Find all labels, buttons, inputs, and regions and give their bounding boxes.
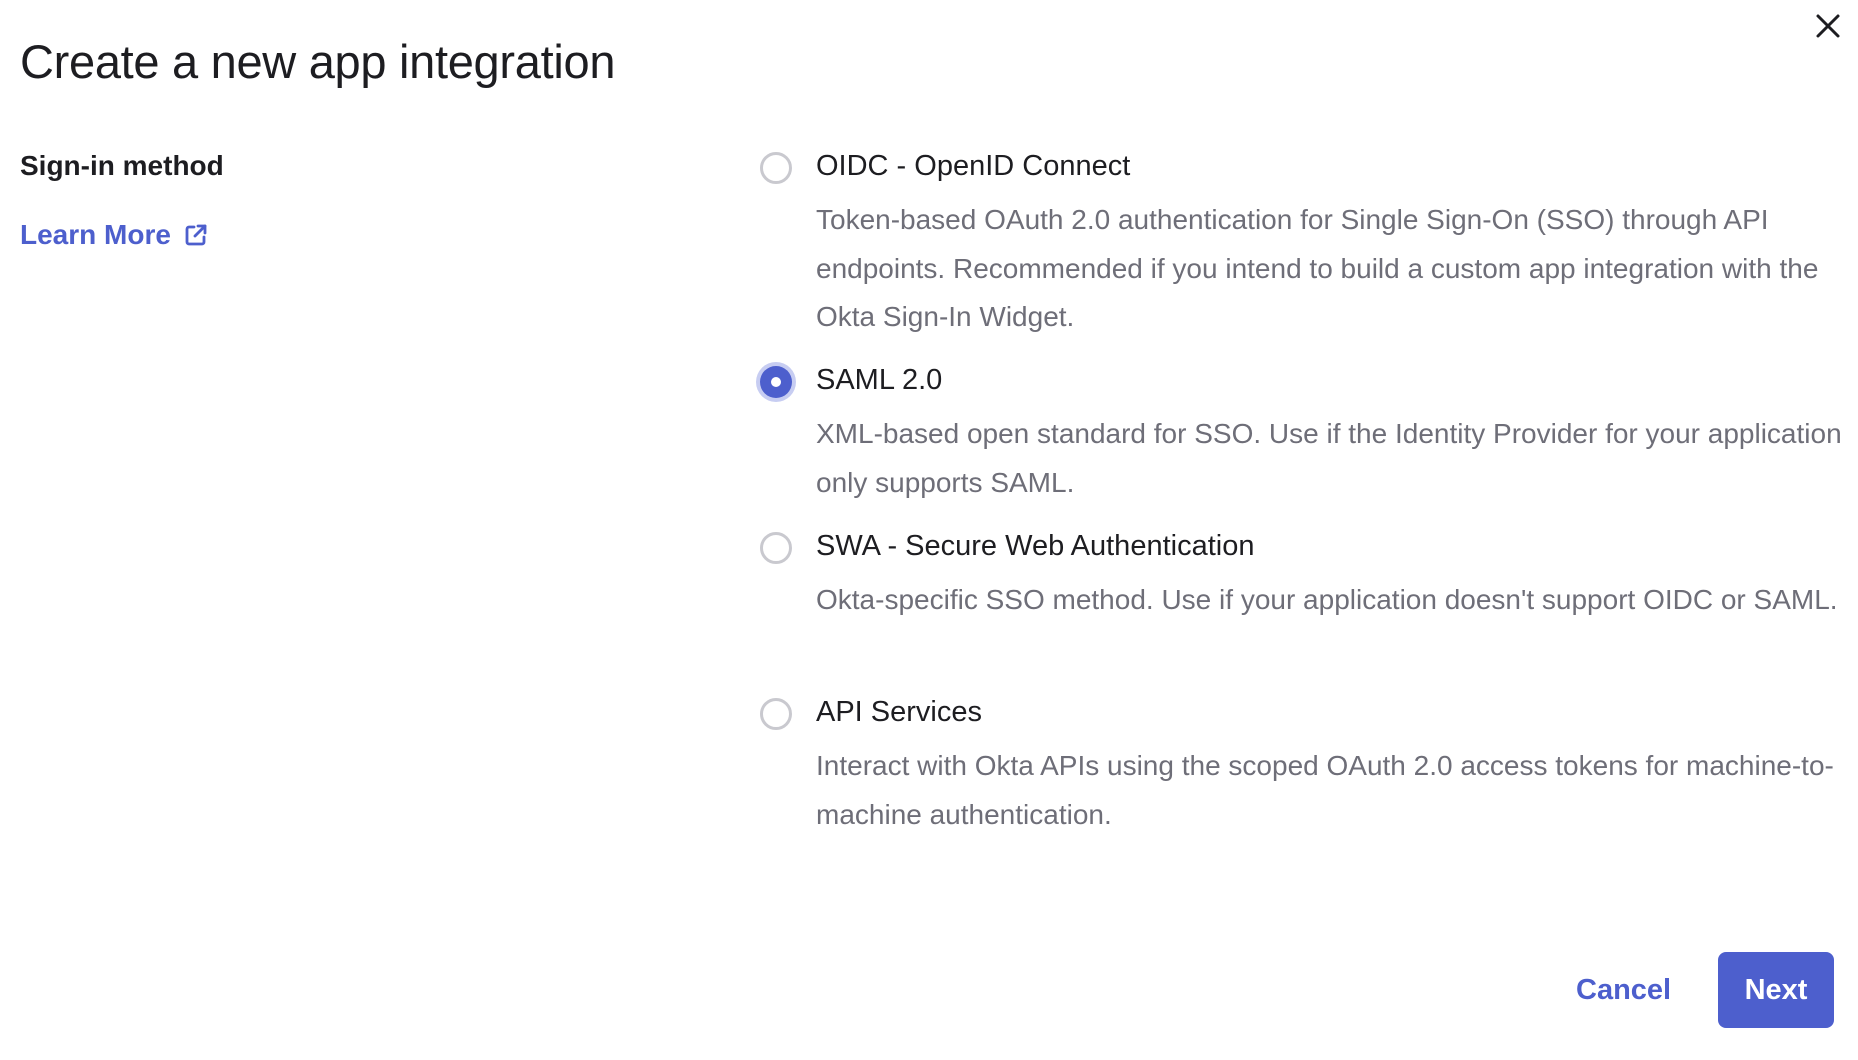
close-icon xyxy=(1816,14,1840,38)
radio-api-services[interactable] xyxy=(760,698,792,730)
next-button[interactable]: Next xyxy=(1718,952,1834,1028)
option-swa-description: Okta-specific SSO method. Use if your ap… xyxy=(816,584,1838,615)
option-saml-label[interactable]: SAML 2.0 xyxy=(816,364,942,397)
option-api-services-description: Interact with Okta APIs using the scoped… xyxy=(816,750,1834,830)
option-api-services-label[interactable]: API Services xyxy=(816,696,982,729)
close-button[interactable] xyxy=(1808,6,1848,46)
option-oidc-description: Token-based OAuth 2.0 authentication for… xyxy=(816,204,1819,332)
learn-more-link[interactable]: Learn More xyxy=(20,219,209,251)
external-link-icon xyxy=(185,224,207,246)
cancel-button[interactable]: Cancel xyxy=(1560,952,1687,1028)
create-app-integration-dialog: Create a new app integration Sign-in met… xyxy=(0,0,1858,1060)
option-swa-label[interactable]: SWA - Secure Web Authentication xyxy=(816,530,1254,563)
radio-swa[interactable] xyxy=(760,532,792,564)
option-saml-description: XML-based open standard for SSO. Use if … xyxy=(816,418,1842,498)
learn-more-label: Learn More xyxy=(20,219,171,250)
sign-in-method-label: Sign-in method xyxy=(20,150,224,181)
dialog-title: Create a new app integration xyxy=(20,35,616,88)
radio-oidc[interactable] xyxy=(760,152,792,184)
option-oidc-label[interactable]: OIDC - OpenID Connect xyxy=(816,150,1130,183)
radio-saml[interactable] xyxy=(760,366,792,398)
